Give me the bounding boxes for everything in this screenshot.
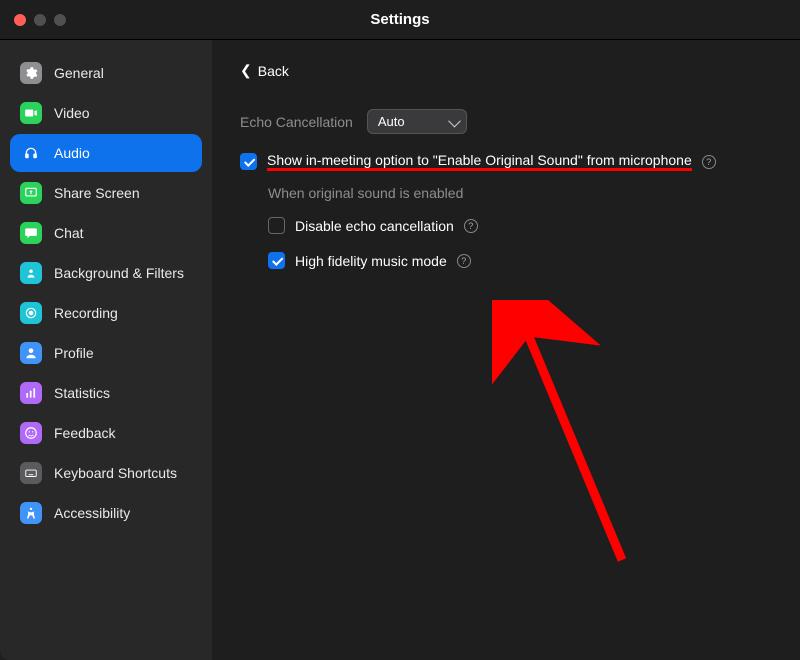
sidebar-item-video[interactable]: Video [10, 94, 202, 132]
echo-cancellation-select[interactable]: Auto [367, 109, 467, 134]
sidebar-item-accessibility[interactable]: Accessibility [10, 494, 202, 532]
sidebar-item-label: Share Screen [54, 185, 140, 201]
sidebar-item-label: Accessibility [54, 505, 130, 521]
show-original-sound-label: Show in-meeting option to "Enable Origin… [267, 152, 692, 171]
gear-icon [20, 62, 42, 84]
echo-cancellation-label: Echo Cancellation [240, 114, 353, 130]
show-original-sound-checkbox[interactable] [240, 153, 257, 170]
recording-icon [20, 302, 42, 324]
chevron-left-icon: ❮ [240, 62, 252, 79]
sidebar-item-label: General [54, 65, 104, 81]
background-filters-icon [20, 262, 42, 284]
body: General Video Audio Share Screen [0, 40, 800, 660]
hifi-row: High fidelity music mode ? [268, 252, 772, 269]
window-close-button[interactable] [14, 14, 26, 26]
profile-icon [20, 342, 42, 364]
sidebar-item-label: Chat [54, 225, 84, 241]
sidebar-item-share-screen[interactable]: Share Screen [10, 174, 202, 212]
window-maximize-button[interactable] [54, 14, 66, 26]
help-icon[interactable]: ? [464, 219, 478, 233]
keyboard-icon [20, 462, 42, 484]
headphones-icon [20, 142, 42, 164]
annotation-arrow [492, 300, 662, 580]
disable-echo-checkbox[interactable] [268, 217, 285, 234]
sidebar-item-background-filters[interactable]: Background & Filters [10, 254, 202, 292]
back-label: Back [258, 63, 289, 79]
sidebar-item-label: Audio [54, 145, 90, 161]
sidebar-item-label: Statistics [54, 385, 110, 401]
sidebar-item-label: Feedback [54, 425, 115, 441]
sidebar-item-keyboard-shortcuts[interactable]: Keyboard Shortcuts [10, 454, 202, 492]
sidebar-item-label: Keyboard Shortcuts [54, 465, 177, 481]
chat-icon [20, 222, 42, 244]
sidebar-item-chat[interactable]: Chat [10, 214, 202, 252]
show-original-sound-row: Show in-meeting option to "Enable Origin… [240, 152, 772, 171]
sidebar-item-recording[interactable]: Recording [10, 294, 202, 332]
video-icon [20, 102, 42, 124]
sidebar-item-label: Background & Filters [54, 265, 184, 281]
titlebar: Settings [0, 0, 800, 40]
share-screen-icon [20, 182, 42, 204]
sidebar-item-profile[interactable]: Profile [10, 334, 202, 372]
accessibility-icon [20, 502, 42, 524]
disable-echo-row: Disable echo cancellation ? [268, 217, 772, 234]
echo-cancellation-row: Echo Cancellation Auto [240, 109, 772, 134]
sidebar-item-audio[interactable]: Audio [10, 134, 202, 172]
original-sound-subsection: When original sound is enabled Disable e… [268, 185, 772, 269]
settings-window: Settings General Video Audio [0, 0, 800, 660]
feedback-icon [20, 422, 42, 444]
sidebar: General Video Audio Share Screen [0, 40, 212, 660]
select-value: Auto [378, 114, 405, 129]
sidebar-item-label: Recording [54, 305, 118, 321]
subsection-title: When original sound is enabled [268, 185, 772, 201]
hifi-label: High fidelity music mode [295, 253, 447, 269]
statistics-icon [20, 382, 42, 404]
sidebar-item-feedback[interactable]: Feedback [10, 414, 202, 452]
traffic-lights [0, 14, 66, 26]
window-title: Settings [0, 11, 800, 28]
hifi-checkbox[interactable] [268, 252, 285, 269]
sidebar-item-statistics[interactable]: Statistics [10, 374, 202, 412]
sidebar-item-label: Video [54, 105, 90, 121]
content-panel: ❮ Back Echo Cancellation Auto Show in-me… [212, 40, 800, 660]
disable-echo-label: Disable echo cancellation [295, 218, 454, 234]
back-button[interactable]: ❮ Back [240, 62, 289, 79]
help-icon[interactable]: ? [702, 155, 716, 169]
help-icon[interactable]: ? [457, 254, 471, 268]
window-minimize-button[interactable] [34, 14, 46, 26]
sidebar-item-label: Profile [54, 345, 94, 361]
sidebar-item-general[interactable]: General [10, 54, 202, 92]
